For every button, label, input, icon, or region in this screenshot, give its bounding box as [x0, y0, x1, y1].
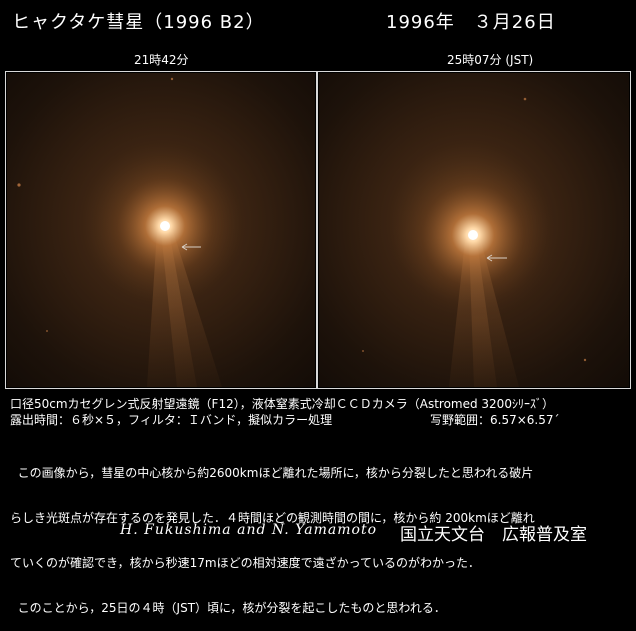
field-of-view: 写野範囲：6.57×6.57´	[430, 413, 560, 427]
telescope-spec: 口径50cmカセグレン式反射望遠鏡（F12），液体窒素式冷却ＣＣＤカメラ（Ast…	[10, 397, 554, 411]
comet-image-right	[319, 73, 629, 387]
description-line: この画像から，彗星の中心核から約2600kmほど離れた場所に，核から分裂したと思…	[10, 466, 534, 480]
credit-authors: H. Fukushima and N. Yamamoto	[120, 522, 378, 538]
description-line: このことから，25日の４時（JST）頃に，核が分裂を起こしたものと思われる．	[10, 601, 446, 615]
image-title: ヒャクタケ彗星（1996 B2）	[12, 12, 265, 33]
image-frame	[5, 71, 631, 389]
observation-date: 1996年 ３月26日	[386, 12, 556, 33]
left-panel-time: 21時42分	[134, 53, 189, 67]
right-panel-time: 25時07分 (JST)	[447, 53, 534, 67]
credit-organization: 国立天文台 広報普及室	[400, 525, 587, 545]
panel-divider	[316, 72, 318, 388]
exposure-spec: 露出時間：６秒×５，フィルタ：Ｉバンド，擬似カラー処理	[10, 413, 333, 427]
comet-image-left	[7, 73, 315, 387]
description-line: ていくのが確認でき，核から秒速17mほどの相対速度で遠ざかっているのがわかった．	[10, 556, 481, 570]
